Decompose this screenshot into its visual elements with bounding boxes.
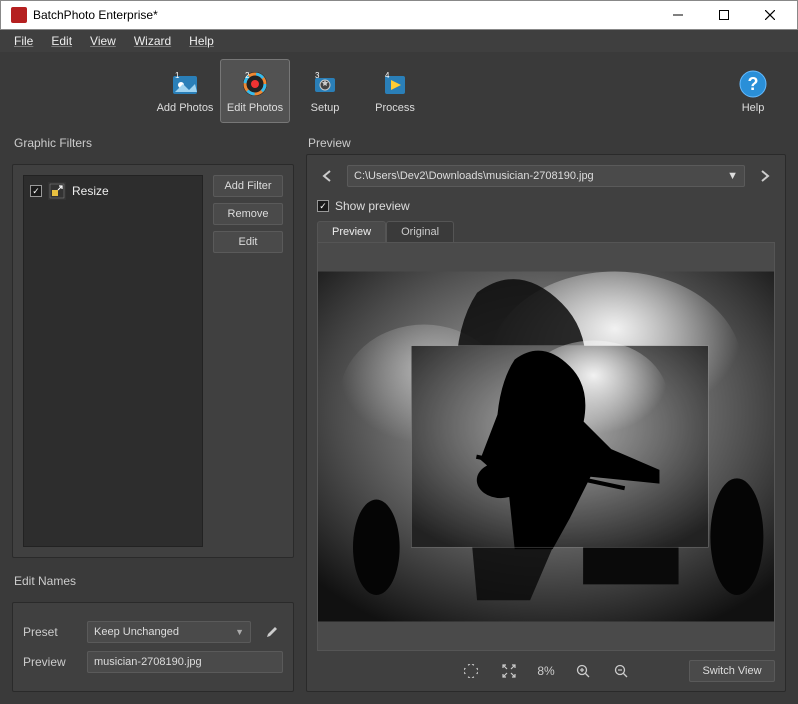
edit-names-panel: Preset Keep Unchanged ▼ Preview musician…: [12, 602, 294, 692]
svg-text:?: ?: [748, 74, 759, 94]
remove-filter-button[interactable]: Remove: [213, 203, 283, 225]
toolbar-setup-label: Setup: [311, 102, 340, 114]
svg-text:3: 3: [315, 71, 320, 80]
preview-image: [318, 243, 774, 650]
process-icon: 4: [379, 68, 411, 100]
chevron-down-icon: ▼: [727, 170, 738, 182]
minimize-button[interactable]: [655, 0, 701, 30]
svg-text:1: 1: [175, 71, 180, 80]
main-area: Graphic Filters ✓ Resize Add Filter Remo…: [0, 130, 798, 704]
menu-bar: File Edit View Wizard Help: [0, 30, 798, 52]
toolbar: 1 Add Photos 2 Edit Photos 3 Setup 4 Pro…: [0, 52, 798, 130]
toolbar-edit-photos-label: Edit Photos: [227, 102, 283, 114]
preset-label: Preset: [23, 625, 77, 639]
graphic-filters-panel: ✓ Resize Add Filter Remove Edit: [12, 164, 294, 558]
menu-view[interactable]: View: [82, 32, 124, 50]
filter-item-label: Resize: [72, 184, 109, 198]
toolbar-help-label: Help: [742, 102, 765, 114]
menu-edit[interactable]: Edit: [43, 32, 80, 50]
preset-value: Keep Unchanged: [94, 626, 179, 638]
edit-filter-button[interactable]: Edit: [213, 231, 283, 253]
tab-original[interactable]: Original: [386, 221, 454, 242]
prev-image-button[interactable]: [317, 166, 337, 186]
edit-preset-button[interactable]: [261, 621, 283, 643]
menu-help[interactable]: Help: [181, 32, 222, 50]
menu-wizard[interactable]: Wizard: [126, 32, 179, 50]
actual-size-icon[interactable]: [499, 661, 519, 681]
resize-icon: [48, 182, 66, 200]
close-button[interactable]: [747, 0, 793, 30]
filter-item-resize[interactable]: ✓ Resize: [30, 182, 196, 200]
preview-name-label: Preview: [23, 655, 77, 669]
tab-preview[interactable]: Preview: [317, 221, 386, 242]
edit-names-label: Edit Names: [14, 574, 294, 588]
show-preview-label: Show preview: [335, 199, 410, 213]
maximize-button[interactable]: [701, 0, 747, 30]
preset-select[interactable]: Keep Unchanged ▼: [87, 621, 251, 643]
add-photos-icon: 1: [169, 68, 201, 100]
setup-icon: 3: [309, 68, 341, 100]
help-icon: ?: [737, 68, 769, 100]
edit-photos-icon: 2: [239, 68, 271, 100]
graphic-filters-label: Graphic Filters: [14, 136, 294, 150]
next-image-button[interactable]: [755, 166, 775, 186]
filters-list[interactable]: ✓ Resize: [23, 175, 203, 547]
app-icon: [11, 7, 27, 23]
right-column: Preview C:\Users\Dev2\Downloads\musician…: [306, 130, 786, 692]
window-title: BatchPhoto Enterprise*: [33, 8, 655, 22]
preview-panel: C:\Users\Dev2\Downloads\musician-2708190…: [306, 154, 786, 692]
fit-to-window-icon[interactable]: [461, 661, 481, 681]
filter-checkbox[interactable]: ✓: [30, 185, 42, 197]
preview-image-frame: [317, 242, 775, 651]
zoom-controls: 8% Switch View: [317, 661, 775, 681]
preview-name-field[interactable]: musician-2708190.jpg: [87, 651, 283, 673]
switch-view-button[interactable]: Switch View: [689, 660, 775, 682]
title-bar: BatchPhoto Enterprise*: [0, 0, 798, 30]
add-filter-button[interactable]: Add Filter: [213, 175, 283, 197]
zoom-out-icon[interactable]: [611, 661, 631, 681]
menu-file[interactable]: File: [6, 32, 41, 50]
preview-name-value: musician-2708190.jpg: [94, 656, 202, 668]
toolbar-add-photos-label: Add Photos: [157, 102, 214, 114]
chevron-down-icon: ▼: [235, 627, 244, 637]
zoom-percentage: 8%: [537, 664, 554, 678]
image-path-select[interactable]: C:\Users\Dev2\Downloads\musician-2708190…: [347, 165, 745, 187]
preview-section-label: Preview: [308, 136, 786, 150]
svg-text:2: 2: [245, 71, 250, 80]
toolbar-edit-photos[interactable]: 2 Edit Photos: [220, 59, 290, 123]
toolbar-help[interactable]: ? Help: [718, 59, 788, 123]
toolbar-setup[interactable]: 3 Setup: [290, 59, 360, 123]
toolbar-process-label: Process: [375, 102, 415, 114]
zoom-in-icon[interactable]: [573, 661, 593, 681]
image-path-value: C:\Users\Dev2\Downloads\musician-2708190…: [354, 170, 594, 182]
left-column: Graphic Filters ✓ Resize Add Filter Remo…: [12, 130, 294, 692]
toolbar-add-photos[interactable]: 1 Add Photos: [150, 59, 220, 123]
show-preview-checkbox[interactable]: ✓: [317, 200, 329, 212]
svg-text:4: 4: [385, 71, 390, 80]
toolbar-process[interactable]: 4 Process: [360, 59, 430, 123]
